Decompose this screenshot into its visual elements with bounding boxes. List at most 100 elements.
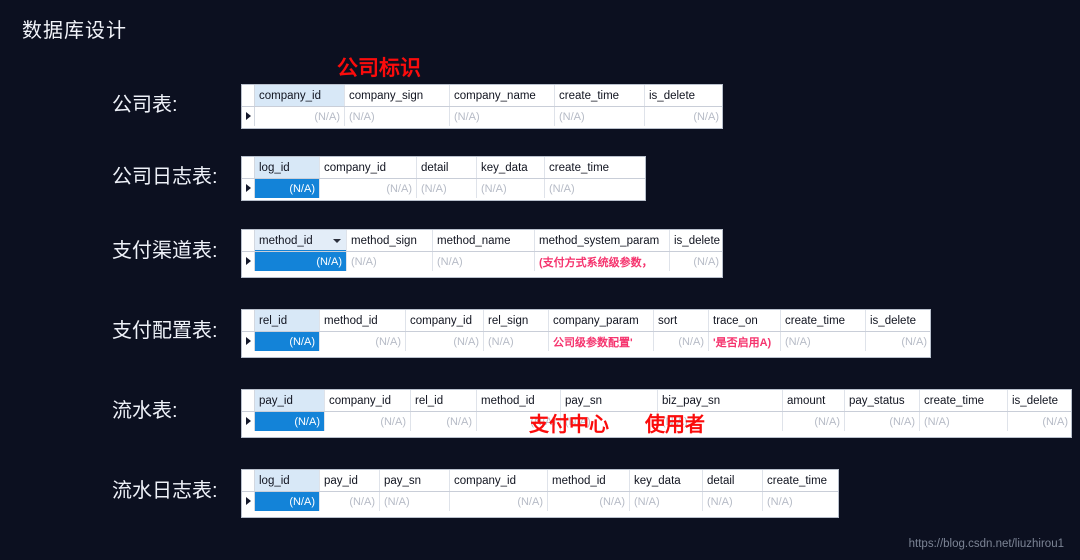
cell-rel_id[interactable]: (N/A) (255, 332, 320, 351)
data-grid-pay-method-table[interactable]: method_id method_sign method_name method_sy… (241, 229, 723, 278)
column-header-company_param[interactable]: company_param (549, 310, 654, 331)
row-selector-cell[interactable] (242, 492, 255, 511)
chevron-down-icon[interactable] (333, 239, 341, 243)
column-header-pay_id[interactable]: pay_id (320, 470, 380, 491)
cell-key_data[interactable]: (N/A) (477, 179, 545, 198)
cell-amount[interactable]: (N/A) (783, 412, 845, 431)
cell-rel_sign[interactable]: (N/A) (484, 332, 549, 351)
table-row[interactable]: (N/A) (N/A) (N/A) (N/A) (N/A) (N/A) (N/A) (N/A) (242, 492, 838, 511)
column-header-trace_on[interactable]: trace_on (709, 310, 781, 331)
cell-create_time[interactable]: (N/A) (545, 179, 645, 198)
column-header-rel_id[interactable]: rel_id (411, 390, 477, 411)
cell-rel_id[interactable]: (N/A) (411, 412, 477, 431)
column-header-detail[interactable]: detail (703, 470, 763, 491)
column-header-amount[interactable]: amount (783, 390, 845, 411)
column-header-method_system_param[interactable]: method_system_param (535, 230, 670, 251)
column-header-create_time[interactable]: create_time (920, 390, 1008, 411)
table-row[interactable]: (N/A) (N/A) (N/A) (N/A) (N/A) (242, 107, 722, 126)
cell-trace_on[interactable]: '是否启用A) (709, 332, 781, 351)
cell-method_sign[interactable]: (N/A) (347, 252, 433, 271)
cell-company_id[interactable]: (N/A) (255, 107, 345, 126)
cell-method_id[interactable]: (N/A) (548, 492, 630, 511)
grid-corner-cell[interactable] (242, 157, 255, 178)
row-selector-cell[interactable] (242, 179, 255, 198)
grid-corner-cell[interactable] (242, 85, 255, 106)
column-header-detail[interactable]: detail (417, 157, 477, 178)
data-grid-pay-config-table[interactable]: rel_id method_id company_id rel_sign company… (241, 309, 931, 358)
cell-create_time[interactable]: (N/A) (920, 412, 1008, 431)
column-header-pay_sn[interactable]: pay_sn (380, 470, 450, 491)
column-header-is_delete[interactable]: is_delete (670, 230, 722, 251)
column-header-create_time[interactable]: create_time (555, 85, 645, 106)
column-header-company_id[interactable]: company_id (450, 470, 548, 491)
grid-corner-cell[interactable] (242, 390, 255, 411)
column-header-is_delete[interactable]: is_delete (645, 85, 722, 106)
data-grid-company-log-table[interactable]: log_id company_id detail key_data create_tim… (241, 156, 646, 201)
cell-pay_id[interactable]: (N/A) (255, 412, 325, 431)
cell-company_name[interactable]: (N/A) (450, 107, 555, 126)
column-header-company_name[interactable]: company_name (450, 85, 555, 106)
cell-company_id[interactable]: (N/A) (325, 412, 411, 431)
grid-corner-cell[interactable] (242, 310, 255, 331)
column-header-key_data[interactable]: key_data (630, 470, 703, 491)
cell-log_id[interactable]: (N/A) (255, 179, 320, 198)
cell-company_param[interactable]: 公司级参数配置' (549, 332, 654, 351)
cell-method_system_param[interactable]: (支付方式系统级参数， (535, 252, 670, 271)
column-header-method_sign[interactable]: method_sign (347, 230, 433, 251)
row-selector-cell[interactable] (242, 332, 255, 351)
column-header-log_id[interactable]: log_id (255, 470, 320, 491)
column-header-method_id[interactable]: method_id (548, 470, 630, 491)
data-grid-company-table[interactable]: company_id company_sign company_name create… (241, 84, 723, 129)
column-header-rel_id[interactable]: rel_id (255, 310, 320, 331)
cell-pay_status[interactable]: (N/A) (845, 412, 920, 431)
column-header-rel_sign[interactable]: rel_sign (484, 310, 549, 331)
column-header-company_id[interactable]: company_id (325, 390, 411, 411)
cell-method_id[interactable]: (N/A) (320, 332, 406, 351)
cell-pay_id[interactable]: (N/A) (320, 492, 380, 511)
cell-create_time[interactable]: (N/A) (555, 107, 645, 126)
column-header-method_name[interactable]: method_name (433, 230, 535, 251)
cell-method_id[interactable]: (N/A) (255, 252, 347, 271)
column-header-create_time[interactable]: create_time (781, 310, 866, 331)
row-selector-cell[interactable] (242, 412, 255, 431)
cell-detail[interactable]: (N/A) (703, 492, 763, 511)
cell-is_delete[interactable]: (N/A) (645, 107, 722, 126)
cell-create_time[interactable]: (N/A) (781, 332, 866, 351)
grid-corner-cell[interactable] (242, 470, 255, 491)
column-header-company_id[interactable]: company_id (320, 157, 417, 178)
column-header-method_id[interactable]: method_id (320, 310, 406, 331)
column-header-method_id[interactable]: method_id (255, 230, 347, 251)
column-header-company_id[interactable]: company_id (255, 85, 345, 106)
column-header-company_id[interactable]: company_id (406, 310, 484, 331)
cell-log_id[interactable]: (N/A) (255, 492, 320, 511)
cell-company_id[interactable]: (N/A) (450, 492, 548, 511)
cell-is_delete[interactable]: (N/A) (866, 332, 930, 351)
cell-company_id[interactable]: (N/A) (406, 332, 484, 351)
column-header-log_id[interactable]: log_id (255, 157, 320, 178)
row-selector-cell[interactable] (242, 107, 255, 126)
cell-company_sign[interactable]: (N/A) (345, 107, 450, 126)
table-row[interactable]: (N/A) (N/A) (N/A) (N/A) (N/A) (242, 179, 645, 198)
column-header-create_time[interactable]: create_time (763, 470, 838, 491)
cell-create_time[interactable]: (N/A) (763, 492, 838, 511)
column-header-pay_status[interactable]: pay_status (845, 390, 920, 411)
cell-is_delete[interactable]: (N/A) (670, 252, 722, 271)
table-row[interactable]: (N/A) (N/A) (N/A) (N/A) 公司级参数配置' (N/A) '是否启用A)… (242, 332, 930, 351)
data-grid-transaction-log-table[interactable]: log_id pay_id pay_sn company_id method_id key… (241, 469, 839, 518)
cell-company_id[interactable]: (N/A) (320, 179, 417, 198)
cell-detail[interactable]: (N/A) (417, 179, 477, 198)
column-header-sort[interactable]: sort (654, 310, 709, 331)
column-header-pay_id[interactable]: pay_id (255, 390, 325, 411)
table-row[interactable]: (N/A) (N/A) (N/A) (支付方式系统级参数， (N/A) (242, 252, 722, 271)
column-header-key_data[interactable]: key_data (477, 157, 545, 178)
column-header-is_delete[interactable]: is_delete (866, 310, 930, 331)
cell-method_name[interactable]: (N/A) (433, 252, 535, 271)
cell-pay_sn[interactable]: (N/A) (380, 492, 450, 511)
cell-sort[interactable]: (N/A) (654, 332, 709, 351)
cell-is_delete[interactable]: (N/A) (1008, 412, 1071, 431)
column-header-company_sign[interactable]: company_sign (345, 85, 450, 106)
grid-corner-cell[interactable] (242, 230, 255, 251)
row-selector-cell[interactable] (242, 252, 255, 271)
cell-key_data[interactable]: (N/A) (630, 492, 703, 511)
column-header-create_time[interactable]: create_time (545, 157, 645, 178)
